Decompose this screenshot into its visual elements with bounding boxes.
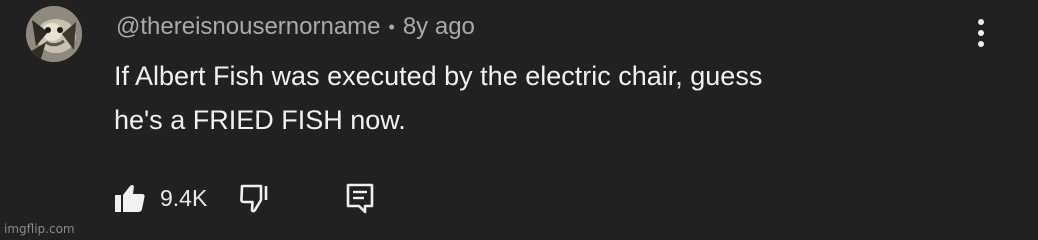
comment-timestamp[interactable]: 8y ago	[403, 13, 475, 41]
header-separator: •	[388, 16, 395, 37]
comment-author[interactable]: @thereisnousernorname	[116, 13, 381, 41]
comment-more-button[interactable]	[964, 14, 998, 52]
reply-button[interactable]	[345, 182, 375, 214]
like-button[interactable]	[114, 183, 146, 213]
comment-actions: 9.4K	[114, 178, 375, 218]
dislike-button[interactable]	[239, 183, 271, 213]
comment-text-line: If Albert Fish was executed by the elect…	[114, 61, 763, 91]
avatar[interactable]	[26, 6, 82, 62]
reply-comment-icon	[347, 183, 374, 214]
comment-text-line: he's a FRIED FISH now.	[114, 105, 406, 135]
thumbs-up-icon	[115, 185, 145, 212]
watermark: imgflip.com	[4, 222, 75, 236]
thumbs-down-icon	[240, 184, 268, 213]
more-vertical-icon	[978, 19, 984, 47]
comment-header: @thereisnousernorname • 8y ago	[116, 12, 475, 42]
comment-text: If Albert Fish was executed by the elect…	[114, 54, 944, 142]
avatar-image	[26, 6, 82, 62]
like-count: 9.4K	[160, 184, 208, 211]
comment-thread: @thereisnousernorname • 8y ago If Albert…	[0, 0, 1038, 240]
